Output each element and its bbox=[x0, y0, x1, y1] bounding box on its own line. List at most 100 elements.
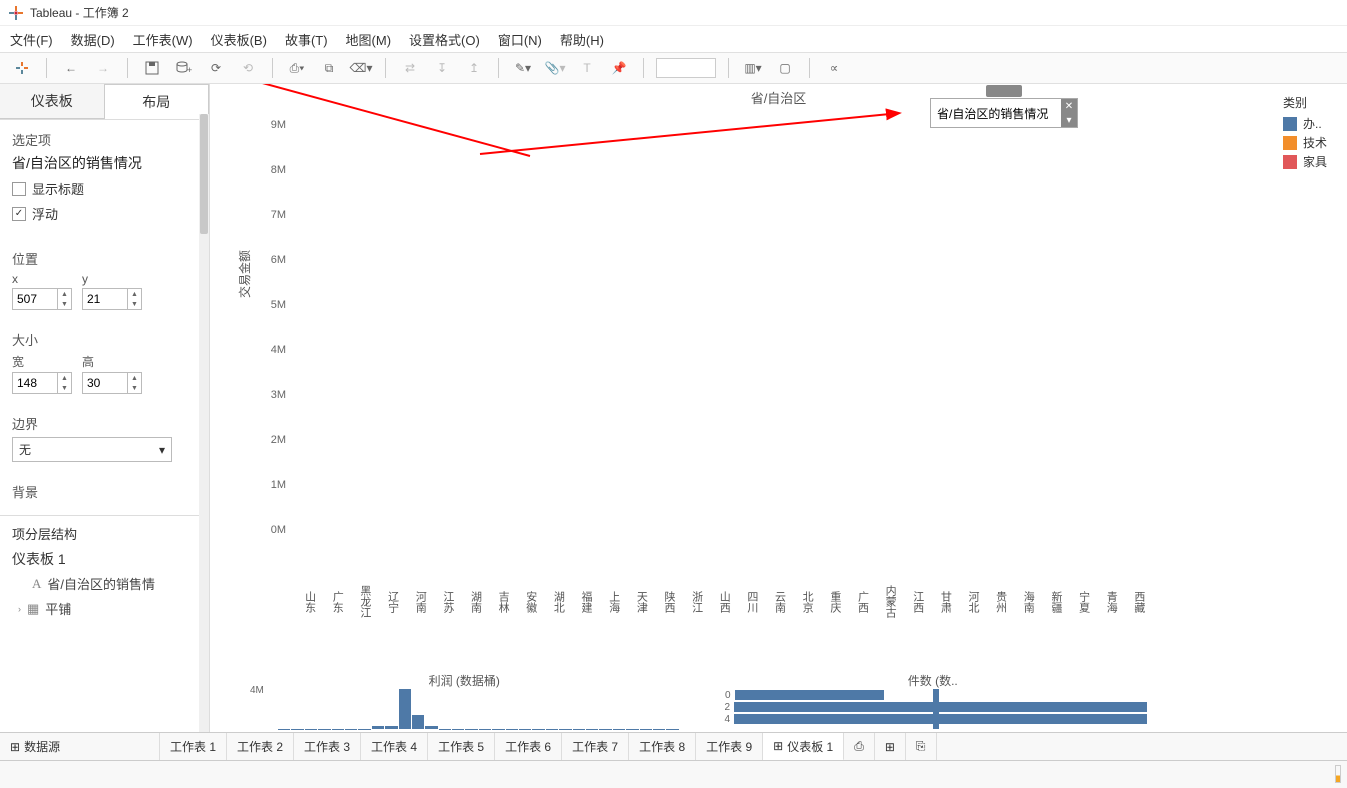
pos-x-input[interactable] bbox=[13, 289, 57, 309]
menu-story[interactable]: 故事(T) bbox=[285, 30, 328, 49]
menu-help[interactable]: 帮助(H) bbox=[560, 30, 604, 49]
menu-format[interactable]: 设置格式(O) bbox=[409, 30, 480, 49]
size-h-input[interactable] bbox=[83, 373, 127, 393]
small-bar[interactable] bbox=[372, 726, 384, 729]
tab-worksheet-8[interactable]: 工作表 8 bbox=[629, 733, 696, 760]
pos-y-label: y bbox=[82, 272, 142, 286]
menu-data[interactable]: 数据(D) bbox=[71, 30, 115, 49]
new-data-icon[interactable]: + bbox=[172, 56, 196, 80]
size-w-down[interactable]: ▼ bbox=[58, 383, 71, 393]
share-icon[interactable]: ∝ bbox=[822, 56, 846, 80]
tab-worksheet-4[interactable]: 工作表 4 bbox=[361, 733, 428, 760]
tab-worksheet-1[interactable]: 工作表 1 bbox=[160, 733, 227, 760]
tab-dashboard-1[interactable]: ⊞仪表板 1 bbox=[763, 733, 844, 761]
background-label: 背景 bbox=[12, 482, 197, 501]
tableau-icon[interactable] bbox=[10, 56, 34, 80]
main-chart[interactable]: 交易金额 0M1M2M3M4M5M6M7M8M9M 山东广东黑龙江辽宁河南江苏湖… bbox=[250, 114, 1147, 562]
sidebar-tab-layout[interactable]: 布局 bbox=[104, 84, 210, 119]
size-w-input[interactable] bbox=[13, 373, 57, 393]
pos-x-up[interactable]: ▲ bbox=[58, 289, 71, 299]
pos-y-down[interactable]: ▼ bbox=[128, 299, 141, 309]
hierarchy-item-text[interactable]: A 省/自治区的销售情 bbox=[12, 571, 197, 596]
floating-title-text[interactable] bbox=[931, 104, 1061, 122]
forward-icon[interactable]: → bbox=[91, 56, 115, 80]
new-story-button[interactable]: ⎘ bbox=[906, 733, 937, 760]
drag-handle-icon[interactable] bbox=[986, 85, 1022, 97]
app-title: Tableau - 工作簿 2 bbox=[30, 4, 129, 21]
size-w-up[interactable]: ▲ bbox=[58, 373, 71, 383]
y-tick: 6M bbox=[271, 254, 286, 266]
x-tick: 北京 bbox=[790, 585, 816, 618]
sort-asc-icon[interactable]: ↧ bbox=[430, 56, 454, 80]
group-icon[interactable]: 📎▾ bbox=[543, 56, 567, 80]
sidebar-scrollbar[interactable] bbox=[199, 114, 209, 732]
tile-icon: ▦ bbox=[27, 601, 39, 617]
border-select[interactable]: 无 ▾ bbox=[12, 437, 172, 462]
refresh-icon[interactable]: ⟳ bbox=[204, 56, 228, 80]
menu-dashboard[interactable]: 仪表板(B) bbox=[211, 30, 267, 49]
border-label: 边界 bbox=[12, 414, 197, 433]
sidebar-tab-dashboard[interactable]: 仪表板 bbox=[0, 84, 104, 119]
pos-y-input[interactable] bbox=[83, 289, 127, 309]
tab-worksheet-7[interactable]: 工作表 7 bbox=[562, 733, 629, 760]
text-icon[interactable]: T bbox=[575, 56, 599, 80]
new-sheet-icon[interactable]: ⎙▾ bbox=[285, 56, 309, 80]
menu-file[interactable]: 文件(F) bbox=[10, 30, 53, 49]
text-icon: A bbox=[32, 576, 41, 592]
small-bar[interactable] bbox=[399, 689, 411, 729]
presentation-icon[interactable]: ▢ bbox=[773, 56, 797, 80]
pos-y-up[interactable]: ▲ bbox=[128, 289, 141, 299]
x-tick: 西藏 bbox=[1121, 585, 1147, 618]
pin-icon[interactable]: 📌 bbox=[607, 56, 631, 80]
tab-data-source[interactable]: ⊞数据源 bbox=[0, 733, 160, 760]
small-chart-count[interactable]: 件数 (数.. 024 bbox=[719, 672, 1148, 732]
dashboard-canvas[interactable]: 省/自治区 ✕ ▾ 类别 办.. 技术 家具 交易金额 0M1M2M3M4 bbox=[210, 84, 1347, 732]
small-bar[interactable] bbox=[412, 715, 424, 729]
tab-worksheet-3[interactable]: 工作表 3 bbox=[294, 733, 361, 760]
fit-dropdown[interactable] bbox=[656, 58, 716, 78]
new-worksheet-button[interactable]: ⎙ bbox=[844, 733, 875, 760]
new-dashboard-button[interactable]: ⊞ bbox=[875, 733, 906, 760]
clear-icon[interactable]: ⌫▾ bbox=[349, 56, 373, 80]
legend-item-2[interactable]: 家具 bbox=[1283, 153, 1327, 170]
size-h-down[interactable]: ▼ bbox=[128, 383, 141, 393]
tab-worksheet-9[interactable]: 工作表 9 bbox=[696, 733, 763, 760]
legend[interactable]: 类别 办.. 技术 家具 bbox=[1283, 94, 1327, 172]
highlight-icon[interactable]: ✎▾ bbox=[511, 56, 535, 80]
small-bar[interactable] bbox=[385, 726, 397, 729]
hierarchy-item-tile[interactable]: › ▦ 平铺 bbox=[12, 596, 197, 621]
size-h-up[interactable]: ▲ bbox=[128, 373, 141, 383]
small2-bar[interactable] bbox=[734, 702, 1147, 712]
small2-title: 件数 (数.. bbox=[719, 672, 1148, 689]
position-label: 位置 bbox=[12, 249, 197, 268]
small2-bar[interactable] bbox=[734, 714, 1147, 724]
legend-item-0[interactable]: 办.. bbox=[1283, 115, 1327, 132]
menu-worksheet[interactable]: 工作表(W) bbox=[133, 30, 193, 49]
legend-item-1[interactable]: 技术 bbox=[1283, 134, 1327, 151]
pos-x-down[interactable]: ▼ bbox=[58, 299, 71, 309]
small-bar[interactable] bbox=[425, 726, 437, 729]
hierarchy-root[interactable]: 仪表板 1 bbox=[12, 547, 197, 571]
show-me-icon[interactable]: ▥▾ bbox=[741, 56, 765, 80]
tab-worksheet-2[interactable]: 工作表 2 bbox=[227, 733, 294, 760]
save-icon[interactable] bbox=[140, 56, 164, 80]
checkbox-floating[interactable]: ✓ bbox=[12, 207, 26, 221]
back-icon[interactable]: ← bbox=[59, 56, 83, 80]
menu-window[interactable]: 窗口(N) bbox=[498, 30, 542, 49]
close-icon[interactable]: ✕ bbox=[1061, 99, 1077, 113]
swap-icon[interactable]: ⇄ bbox=[398, 56, 422, 80]
sort-desc-icon[interactable]: ↥ bbox=[462, 56, 486, 80]
border-value: 无 bbox=[19, 441, 31, 458]
status-indicator-icon bbox=[1335, 765, 1341, 783]
y-tick: 2M bbox=[271, 434, 286, 446]
duplicate-icon[interactable]: ⧉ bbox=[317, 56, 341, 80]
tab-worksheet-6[interactable]: 工作表 6 bbox=[495, 733, 562, 760]
refresh-all-icon[interactable]: ⟲ bbox=[236, 56, 260, 80]
floating-title-object[interactable]: ✕ ▾ bbox=[930, 98, 1078, 128]
menu-map[interactable]: 地图(M) bbox=[346, 30, 392, 49]
small-chart-profit[interactable]: 利润 (数据桶) 4M bbox=[250, 672, 679, 732]
chevron-down-icon[interactable]: ▾ bbox=[1061, 113, 1077, 127]
tab-worksheet-5[interactable]: 工作表 5 bbox=[428, 733, 495, 760]
checkbox-show-title[interactable] bbox=[12, 182, 26, 196]
small2-bar[interactable] bbox=[735, 690, 885, 700]
